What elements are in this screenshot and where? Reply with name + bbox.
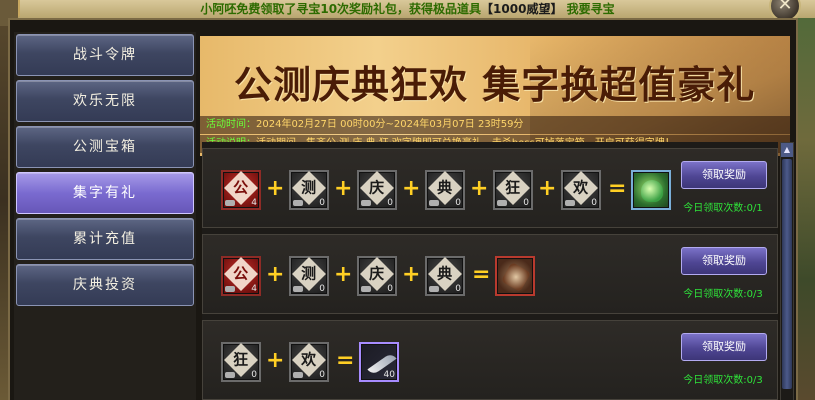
plus-operator: + xyxy=(334,262,353,287)
equals-operator: = xyxy=(472,262,491,287)
plus-operator: + xyxy=(266,262,285,287)
key-icon xyxy=(225,200,235,206)
key-icon xyxy=(293,286,303,292)
item-count: 0 xyxy=(387,198,393,208)
key-icon xyxy=(429,200,439,206)
character-slot[interactable]: 狂 0 xyxy=(493,170,533,210)
claim-reward-button[interactable]: 领取奖励 xyxy=(681,333,767,361)
item-count: 4 xyxy=(251,284,257,294)
character-slot[interactable]: 庆 0 xyxy=(357,170,397,210)
plus-operator: + xyxy=(538,176,557,201)
sidebar-item-label: 战斗令牌 xyxy=(73,47,137,63)
claim-count-value: 0/1 xyxy=(746,203,763,214)
claim-count-label: 今日领取次数: xyxy=(683,375,747,386)
reward-row: 狂 0 + 欢 0 = 40 领取奖励 今日领取次数:0/3 xyxy=(202,320,778,400)
announcement-banner: 小阿呸免费领取了寻宝10次奖励礼包，获得极品道具【1000威望】 我要寻宝 xyxy=(0,0,815,18)
claim-count-label: 今日领取次数: xyxy=(683,289,747,300)
announcement-link[interactable]: 我要寻宝 xyxy=(567,2,615,16)
key-icon xyxy=(361,200,371,206)
character-slot[interactable]: 测 0 xyxy=(289,256,329,296)
plus-operator: + xyxy=(266,176,285,201)
sidebar-item-label: 庆典投资 xyxy=(73,277,137,293)
claim-count-value: 0/3 xyxy=(746,289,763,300)
sidebar-item-label: 欢乐无限 xyxy=(73,93,137,109)
claim-count-label: 今日领取次数: xyxy=(683,203,747,214)
reward-slot[interactable] xyxy=(631,170,671,210)
item-count: 0 xyxy=(251,370,257,380)
claim-count: 今日领取次数:0/1 xyxy=(673,199,773,214)
claim-reward-button[interactable]: 领取奖励 xyxy=(681,247,767,275)
reward-row: 公 4 + 测 0 + 庆 0 + 典 0 + 狂 0 + 欢 0 = 领取奖励… xyxy=(202,148,778,228)
item-count: 40 xyxy=(383,370,395,380)
item-count: 0 xyxy=(591,198,597,208)
chevron-up-icon: ▲ xyxy=(783,145,791,154)
reward-slot[interactable]: 40 xyxy=(359,342,399,382)
item-count: 4 xyxy=(251,198,257,208)
close-icon: ✕ xyxy=(777,0,793,15)
item-count: 0 xyxy=(523,198,529,208)
announcement-text: 小阿呸免费领取了寻宝10次奖励礼包，获得极品道具 xyxy=(200,2,482,16)
equals-operator: = xyxy=(336,348,355,373)
claim-count: 今日领取次数:0/3 xyxy=(673,371,773,386)
scrollbar[interactable]: ▲ xyxy=(780,142,794,400)
plus-operator: + xyxy=(334,176,353,201)
sidebar-item-cumulative-recharge[interactable]: 累计充值 xyxy=(16,218,194,260)
reward-row: 公 4 + 测 0 + 庆 0 + 典 0 = 领取奖励 今日领取次数:0/3 xyxy=(202,234,778,314)
key-icon xyxy=(497,200,507,206)
event-window: 战斗令牌 欢乐无限 公测宝箱 集字有礼 累计充值 庆典投资 公测庆典狂欢 集字换… xyxy=(8,18,798,400)
item-count: 0 xyxy=(455,284,461,294)
key-icon xyxy=(429,286,439,292)
scroll-up-button[interactable]: ▲ xyxy=(781,143,793,157)
key-icon xyxy=(565,200,575,206)
character-slot[interactable]: 公 4 xyxy=(221,170,261,210)
character-slot[interactable]: 测 0 xyxy=(289,170,329,210)
sidebar-item-battle-token[interactable]: 战斗令牌 xyxy=(16,34,194,76)
key-icon xyxy=(225,286,235,292)
reward-slot[interactable] xyxy=(495,256,535,296)
claim-reward-button[interactable]: 领取奖励 xyxy=(681,161,767,189)
gem-icon xyxy=(500,261,532,293)
sidebar-item-label: 累计充值 xyxy=(73,231,137,247)
character-slot[interactable]: 典 0 xyxy=(425,170,465,210)
plus-operator: + xyxy=(402,262,421,287)
item-count: 0 xyxy=(455,198,461,208)
character-slot[interactable]: 庆 0 xyxy=(357,256,397,296)
item-count: 0 xyxy=(319,370,325,380)
equals-operator: = xyxy=(608,176,627,201)
character-slot[interactable]: 典 0 xyxy=(425,256,465,296)
event-time-label: 活动时间： xyxy=(206,119,256,130)
sidebar: 战斗令牌 欢乐无限 公测宝箱 集字有礼 累计充值 庆典投资 xyxy=(14,32,196,400)
event-header: 公测庆典狂欢 集字换超值豪礼 活动时间：2024年02月27日 00时00分~2… xyxy=(200,36,790,156)
key-icon xyxy=(293,200,303,206)
key-icon xyxy=(225,372,235,378)
claim-count: 今日领取次数:0/3 xyxy=(673,285,773,300)
announcement-item: 【1000威望】 xyxy=(481,2,563,16)
bag-icon xyxy=(641,180,663,202)
sidebar-item-happy-unlimited[interactable]: 欢乐无限 xyxy=(16,80,194,122)
event-time: 活动时间：2024年02月27日 00时00分~2024年03月07日 23时5… xyxy=(200,116,790,134)
key-icon xyxy=(293,372,303,378)
key-icon xyxy=(361,286,371,292)
plus-operator: + xyxy=(470,176,489,201)
character-slot[interactable]: 欢 0 xyxy=(289,342,329,382)
event-title: 公测庆典狂欢 集字换超值豪礼 xyxy=(234,62,756,107)
scroll-thumb[interactable] xyxy=(782,159,792,389)
character-slot[interactable]: 公 4 xyxy=(221,256,261,296)
claim-count-value: 0/3 xyxy=(746,375,763,386)
sidebar-item-label: 公测宝箱 xyxy=(73,139,137,155)
reward-list: 公 4 + 测 0 + 庆 0 + 典 0 + 狂 0 + 欢 0 = 领取奖励… xyxy=(202,142,778,400)
sidebar-item-collect-characters[interactable]: 集字有礼 xyxy=(16,172,194,214)
event-time-value: 2024年02月27日 00时00分~2024年03月07日 23时59分 xyxy=(256,119,524,130)
plus-operator: + xyxy=(266,348,285,373)
item-count: 0 xyxy=(319,284,325,294)
sidebar-item-label: 集字有礼 xyxy=(73,185,137,201)
sidebar-item-celebration-invest[interactable]: 庆典投资 xyxy=(16,264,194,306)
character-slot[interactable]: 欢 0 xyxy=(561,170,601,210)
character-slot[interactable]: 狂 0 xyxy=(221,342,261,382)
sidebar-item-beta-chest[interactable]: 公测宝箱 xyxy=(16,126,194,168)
item-count: 0 xyxy=(319,198,325,208)
plus-operator: + xyxy=(402,176,421,201)
item-count: 0 xyxy=(387,284,393,294)
